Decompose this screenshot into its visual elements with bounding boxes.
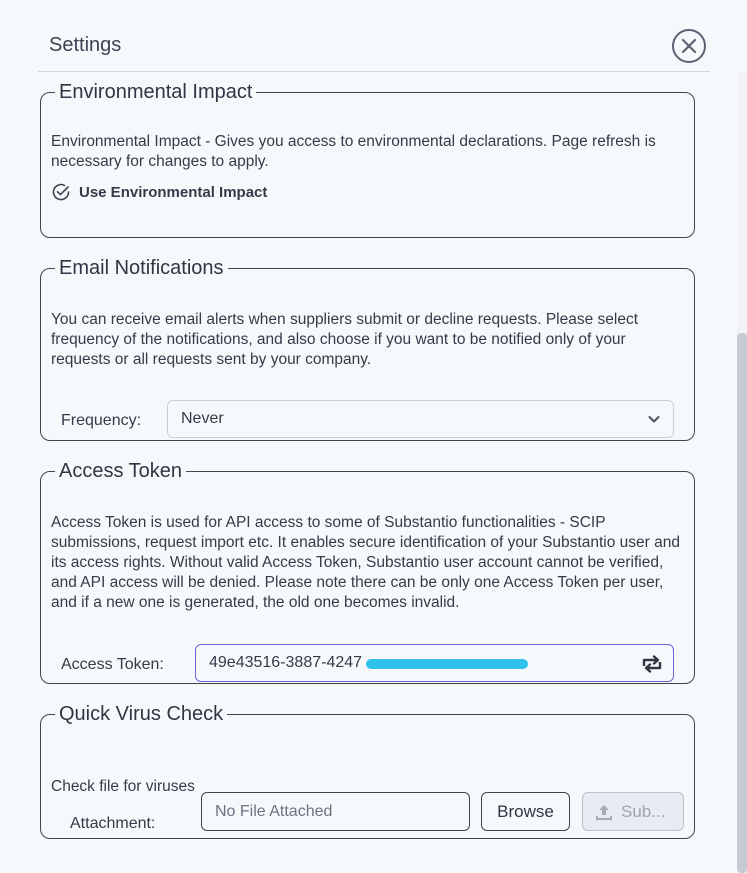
redaction-mark <box>366 659 528 669</box>
submit-button[interactable]: Sub... <box>582 792 684 831</box>
section-description: You can receive email alerts when suppli… <box>51 311 639 368</box>
attachment-label: Attachment: <box>70 815 156 832</box>
access-token-label: Access Token: <box>61 656 164 673</box>
frequency-label: Frequency: <box>61 412 142 429</box>
section-title: Environmental Impact <box>59 81 253 103</box>
file-placeholder: No File Attached <box>215 802 333 820</box>
environmental-impact-section: Environmental Impact Environmental Impac… <box>40 82 695 238</box>
access-token-field[interactable]: 49e43516-3887-4247 <box>195 644 674 682</box>
frequency-select[interactable]: Never <box>167 400 674 438</box>
access-token-section: Access Token Access Token is used for AP… <box>40 461 695 684</box>
section-description: Check file for viruses <box>51 778 195 795</box>
access-token-value: 49e43516-3887-4247 <box>209 654 363 671</box>
section-description: Environmental Impact - Gives you access … <box>51 133 656 170</box>
quick-virus-check-section: Quick Virus Check Check file for viruses… <box>40 704 695 839</box>
browse-button[interactable]: Browse <box>481 792 570 831</box>
frequency-value: Never <box>181 410 224 427</box>
file-name-field[interactable]: No File Attached <box>201 792 470 831</box>
email-notifications-section: Email Notifications You can receive emai… <box>40 258 695 441</box>
close-button[interactable] <box>672 29 706 63</box>
section-title: Access Token <box>59 460 183 482</box>
scrollbar-thumb[interactable] <box>737 333 747 873</box>
check-circle-icon <box>52 183 70 201</box>
chevron-down-icon <box>648 416 660 423</box>
section-description: Access Token is used for API access to s… <box>51 514 680 611</box>
refresh-icon[interactable] <box>639 654 665 674</box>
section-title: Email Notifications <box>59 257 224 279</box>
upload-icon <box>596 804 612 820</box>
submit-label: Sub... <box>621 801 666 821</box>
close-icon <box>681 38 697 54</box>
use-environmental-impact-checkbox[interactable]: Use Environmental Impact <box>51 182 684 202</box>
checkbox-label: Use Environmental Impact <box>79 183 268 201</box>
settings-header: Settings <box>38 0 710 72</box>
section-title: Quick Virus Check <box>59 703 224 725</box>
page-title: Settings <box>49 34 122 56</box>
